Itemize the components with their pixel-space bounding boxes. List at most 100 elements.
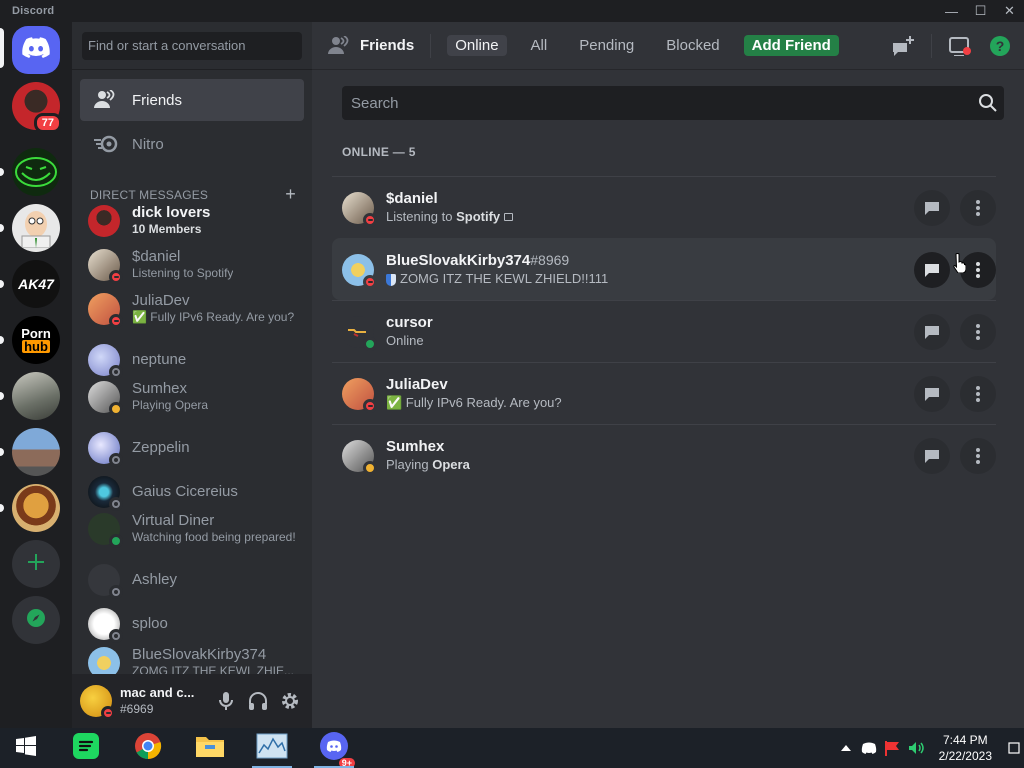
dm-item[interactable]: dick lovers 10 Members (80, 200, 304, 242)
avatar (88, 476, 123, 511)
tab-blocked[interactable]: Blocked (658, 35, 727, 56)
server-troll[interactable] (12, 148, 60, 196)
friend-row[interactable]: BlueSlovakKirby374#8969 ZOMG ITZ THE KEW… (332, 238, 996, 300)
online-count-header: ONLINE — 5 (342, 145, 416, 159)
microphone-icon[interactable] (212, 687, 240, 715)
server-peter[interactable] (12, 204, 60, 252)
volume-icon[interactable] (905, 741, 929, 755)
taskbar-file-explorer[interactable] (186, 728, 234, 768)
user-avatar[interactable] (80, 685, 115, 720)
gear-icon[interactable] (276, 687, 304, 715)
friend-row[interactable]: cursor Online (332, 300, 996, 362)
server-burger[interactable] (12, 484, 60, 532)
message-icon[interactable] (914, 252, 950, 288)
dm-name: $daniel (132, 249, 181, 265)
avatar (88, 381, 123, 416)
avatar (342, 253, 377, 289)
dm-item[interactable]: neptune (80, 339, 304, 381)
explore-compass-icon (26, 608, 46, 633)
start-button[interactable] (2, 728, 50, 768)
system-tray: 7:44 PM 2/22/2023 (835, 728, 1024, 768)
tab-pending[interactable]: Pending (571, 35, 642, 56)
dm-name: JuliaDev (132, 293, 190, 309)
home-button[interactable] (12, 26, 60, 74)
taskbar-task-manager[interactable] (248, 728, 296, 768)
close-button[interactable]: ✕ (995, 0, 1024, 22)
dm-item[interactable]: sploo (80, 603, 304, 645)
red-flag-icon[interactable] (881, 740, 905, 756)
notifications-icon[interactable] (1004, 742, 1024, 754)
more-vertical-icon[interactable] (960, 438, 996, 474)
nav-friends[interactable]: Friends (80, 79, 304, 121)
status-offline (109, 629, 123, 643)
friends-search-input[interactable]: Search (342, 86, 1004, 120)
message-icon[interactable] (914, 376, 950, 412)
friend-name: cursor (386, 313, 433, 331)
unread-indicator (0, 336, 4, 344)
inbox-icon[interactable] (948, 34, 972, 58)
headphones-icon[interactable] (244, 687, 272, 715)
search-icon (978, 93, 998, 117)
taskbar-chrome[interactable] (124, 728, 172, 768)
dm-item[interactable]: Virtual Diner Watching food being prepare… (80, 508, 304, 550)
friend-row[interactable]: $daniel Listening to Spotify (332, 176, 996, 238)
explore-button[interactable] (12, 596, 60, 644)
chevron-up-icon[interactable] (835, 745, 857, 751)
dm-sub: ✅ Fully IPv6 Ready. Are you? (132, 310, 295, 324)
chrome-icon (134, 732, 162, 765)
friend-row[interactable]: JuliaDev ✅ Fully IPv6 Ready. Are you? (332, 362, 996, 424)
friend-actions (914, 190, 996, 226)
more-vertical-icon[interactable] (960, 376, 996, 412)
avatar (342, 439, 377, 475)
more-vertical-icon[interactable] (960, 314, 996, 350)
maximize-button[interactable]: ☐ (966, 0, 995, 22)
dm-sub: Listening to Spotify (132, 266, 234, 280)
dm-name: neptune (132, 352, 187, 368)
server-ph[interactable]: Porn hub (12, 316, 60, 364)
system-clock[interactable]: 7:44 PM 2/22/2023 (939, 732, 992, 764)
dm-sub: 10 Members (132, 222, 202, 236)
server-ak47[interactable]: AK47 (12, 260, 60, 308)
avatar (88, 293, 123, 328)
server-building[interactable] (12, 428, 60, 476)
add-friend-button[interactable]: Add Friend (743, 35, 839, 56)
dm-item[interactable]: BlueSlovakKirby374 ZOMG ITZ THE KEWL ZHIE… (80, 647, 304, 675)
friend-row[interactable]: Sumhex Playing Opera (332, 424, 996, 486)
message-icon[interactable] (914, 190, 950, 226)
unread-indicator (0, 504, 4, 512)
nav-nitro-label: Nitro (132, 135, 164, 153)
add-server-button[interactable] (12, 540, 60, 588)
minimize-button[interactable]: — (937, 0, 966, 22)
tab-all[interactable]: All (523, 35, 556, 56)
dm-item[interactable]: Gaius Cicereius (80, 471, 304, 513)
tab-online[interactable]: Online (447, 35, 507, 56)
dm-item[interactable]: $daniel Listening to Spotify (80, 244, 304, 286)
find-conversation-button[interactable]: Find or start a conversation (82, 31, 302, 60)
more-vertical-icon[interactable] (960, 190, 996, 226)
server-image (12, 428, 60, 476)
user-info[interactable]: mac and c... #6969 (120, 685, 194, 717)
unread-indicator (0, 224, 4, 232)
help-icon[interactable]: ? (988, 34, 1012, 58)
taskbar-spotify[interactable] (62, 728, 110, 768)
dm-item[interactable]: Ashley (80, 559, 304, 601)
message-icon[interactable] (914, 314, 950, 350)
dm-item[interactable]: JuliaDev ✅ Fully IPv6 Ready. Are you? (80, 288, 304, 330)
nav-nitro[interactable]: Nitro (80, 123, 304, 165)
server-image: Porn hub (12, 316, 60, 364)
dm-column: Find or start a conversation Friends Nit… (72, 22, 312, 728)
friend-activity: Spotify (456, 208, 501, 224)
dm-item[interactable]: Sumhex Playing Opera (80, 376, 304, 418)
server-soldier[interactable] (12, 372, 60, 420)
friend-status: Listening to (386, 208, 457, 224)
discord-logo-icon: 9+ (319, 731, 355, 768)
friend-actions (914, 314, 996, 350)
server-avatar-1[interactable]: 77 (12, 82, 62, 133)
new-group-dm-icon[interactable] (891, 34, 915, 58)
shield-icon (386, 273, 396, 286)
app-title: Discord (12, 5, 55, 17)
message-icon[interactable] (914, 438, 950, 474)
dm-item[interactable]: Zeppelin (80, 427, 304, 469)
taskbar-discord[interactable]: 9+ (310, 728, 358, 768)
discord-tray-icon[interactable] (857, 741, 881, 755)
